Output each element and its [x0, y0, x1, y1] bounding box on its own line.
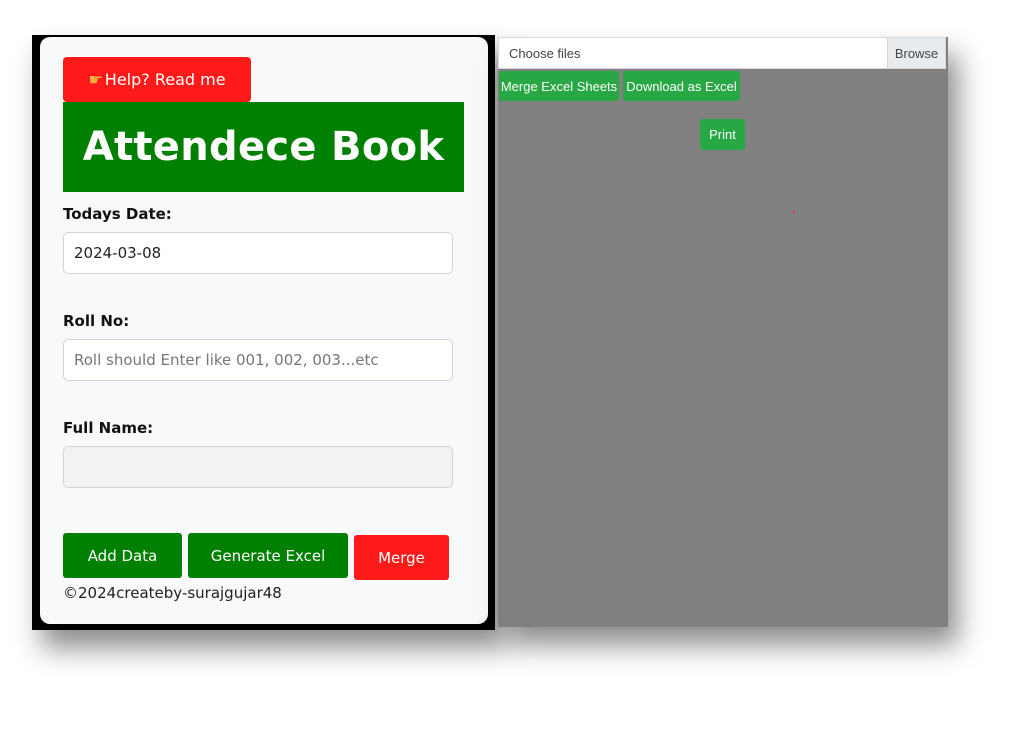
- download-as-excel-button[interactable]: Download as Excel: [623, 71, 740, 101]
- name-label: Full Name:: [63, 419, 154, 437]
- roll-input[interactable]: Roll should Enter like 001, 002, 003...e…: [63, 339, 453, 381]
- full-name-input[interactable]: [63, 446, 453, 488]
- help-button[interactable]: ☛ Help? Read me: [63, 57, 251, 102]
- browse-button[interactable]: Browse: [887, 38, 945, 68]
- date-input[interactable]: 2024-03-08: [63, 232, 453, 274]
- file-input[interactable]: Choose files Browse: [498, 37, 946, 69]
- copyright-footer: ©2024createby-surajgujar48: [63, 584, 282, 602]
- generate-excel-button[interactable]: Generate Excel: [188, 533, 348, 578]
- add-data-button[interactable]: Add Data: [63, 533, 182, 578]
- screenshot-stage: ☛ Help? Read me Attendece Book Todays Da…: [0, 0, 1013, 732]
- pointing-hand-icon: ☛: [88, 70, 103, 89]
- page-title: Attendece Book: [63, 102, 464, 192]
- merge-button[interactable]: Merge: [354, 535, 449, 580]
- roll-label: Roll No:: [63, 312, 130, 330]
- help-button-label: Help? Read me: [104, 70, 226, 89]
- date-value: 2024-03-08: [74, 244, 162, 262]
- attendance-window: ☛ Help? Read me Attendece Book Todays Da…: [32, 35, 495, 630]
- merge-window: Choose files Browse Merge Excel Sheets D…: [498, 37, 948, 627]
- attendance-card: ☛ Help? Read me Attendece Book Todays Da…: [40, 37, 488, 624]
- red-dot-marker: [793, 211, 795, 213]
- print-button[interactable]: Print: [700, 119, 745, 150]
- date-label: Todays Date:: [63, 205, 172, 223]
- roll-placeholder: Roll should Enter like 001, 002, 003...e…: [74, 351, 379, 369]
- file-input-placeholder: Choose files: [509, 46, 581, 61]
- merge-excel-sheets-button[interactable]: Merge Excel Sheets: [499, 71, 619, 101]
